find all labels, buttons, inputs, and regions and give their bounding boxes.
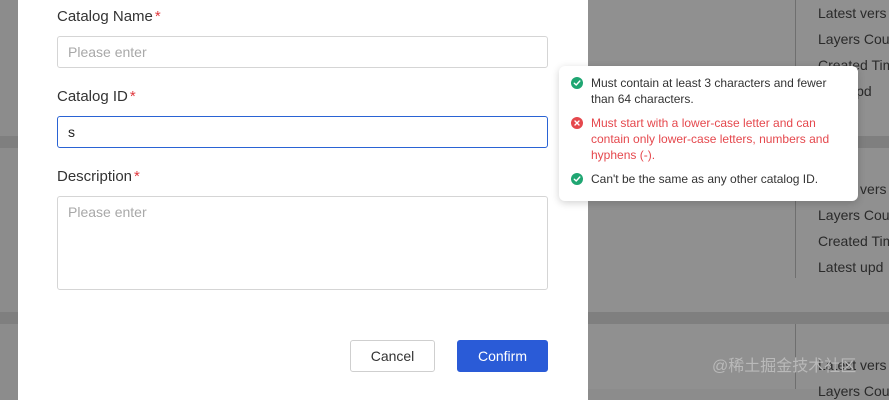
validation-rule-text: Can't be the same as any other catalog I…	[591, 172, 819, 186]
confirm-button[interactable]: Confirm	[457, 340, 548, 372]
catalog-name-label-text: Catalog Name	[57, 8, 153, 25]
validation-rule-format: Must start with a lower-case letter and …	[571, 115, 851, 163]
validation-rule-text: Must contain at least 3 characters and f…	[591, 76, 827, 106]
cancel-button[interactable]: Cancel	[350, 340, 435, 372]
catalog-name-label: Catalog Name *	[57, 8, 161, 25]
background-card-line: Layers Cou	[818, 207, 889, 223]
check-circle-icon	[571, 173, 583, 185]
description-label-text: Description	[57, 168, 133, 185]
background-card-line: Created Tim	[818, 233, 889, 249]
validation-rule-unique: Can't be the same as any other catalog I…	[571, 171, 851, 187]
check-circle-icon	[571, 77, 583, 89]
validation-rule-length: Must contain at least 3 characters and f…	[571, 75, 851, 107]
description-label: Description *	[57, 168, 140, 185]
required-mark: *	[129, 88, 136, 105]
catalog-id-label-text: Catalog ID	[57, 88, 128, 105]
background-card-line: Layers Cou	[818, 31, 889, 47]
catalog-id-label: Catalog ID *	[57, 88, 136, 105]
catalog-id-input[interactable]	[57, 116, 548, 148]
required-mark: *	[134, 168, 140, 185]
background-card-line: Latest upd	[818, 259, 884, 275]
background-card-line: Layers Cou	[818, 383, 889, 399]
validation-rule-text: Must start with a lower-case letter and …	[591, 116, 830, 162]
description-textarea[interactable]	[57, 196, 548, 290]
required-mark: *	[154, 8, 161, 25]
catalog-name-input[interactable]	[57, 36, 548, 68]
catalog-id-validation-tooltip: Must contain at least 3 characters and f…	[559, 66, 858, 201]
watermark: @稀土掘金技术社区	[712, 358, 857, 375]
error-circle-icon	[571, 117, 583, 129]
background-card-line: Latest vers	[818, 5, 887, 21]
